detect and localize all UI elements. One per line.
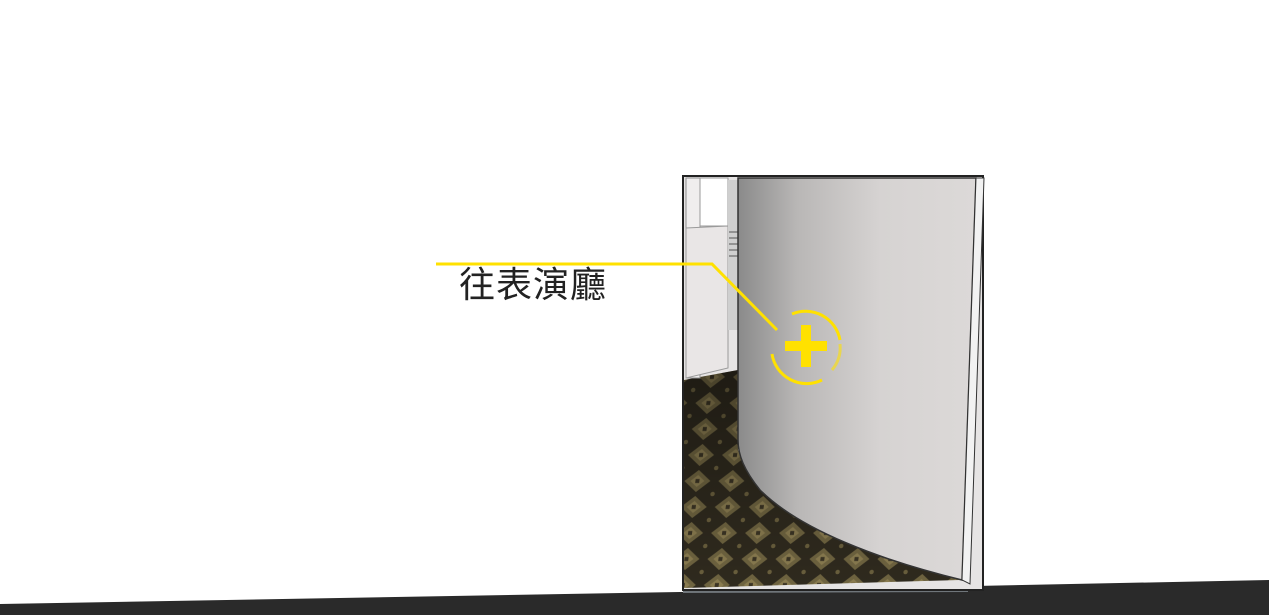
- left-wall-panel-far: [699, 177, 729, 227]
- ground-strip: [0, 580, 1269, 615]
- left-wall-lower: [685, 225, 729, 379]
- hotspot-label[interactable]: 往表演廳: [459, 268, 607, 304]
- corridor-scene: [0, 175, 1269, 615]
